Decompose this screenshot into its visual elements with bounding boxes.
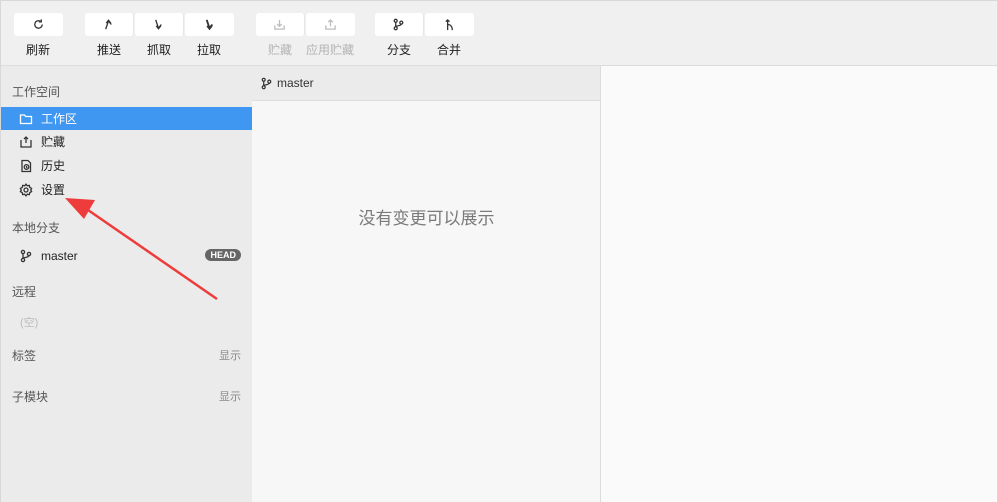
branch-group: 分支 合并 xyxy=(374,13,474,59)
branch-item-master[interactable]: master HEAD xyxy=(1,244,252,267)
apply-stash-button[interactable]: 应用贮藏 xyxy=(305,13,355,59)
branch-icon xyxy=(20,249,32,262)
sidebar: 工作空间 工作区 贮藏 历史 设置 本地分支 master HEAD 远程 (空… xyxy=(0,66,252,502)
fetch-label: 抓取 xyxy=(146,43,171,57)
branch-icon xyxy=(261,77,272,89)
sidebar-item-stash[interactable]: 贮藏 xyxy=(1,130,252,153)
stash-label: 贮藏 xyxy=(267,43,292,57)
folder-icon xyxy=(19,113,33,124)
remote-empty: (空) xyxy=(20,317,39,329)
push-button[interactable]: 推送 xyxy=(84,13,134,59)
stash-button[interactable]: 贮藏 xyxy=(255,13,305,59)
submodules-title: 子模块 xyxy=(12,390,49,404)
fetch-button[interactable]: 抓取 xyxy=(134,13,184,59)
diff-panel xyxy=(601,66,998,502)
history-icon xyxy=(21,159,32,172)
merge-icon xyxy=(444,18,453,31)
stash-group: 贮藏 应用贮藏 xyxy=(255,13,355,59)
refresh-group: 刷新 xyxy=(13,13,63,59)
submodules-show-link[interactable]: 显示 xyxy=(219,388,241,404)
apply-stash-label: 应用贮藏 xyxy=(305,43,354,57)
sidebar-item-workspace[interactable]: 工作区 xyxy=(1,107,252,130)
remote-title: 远程 xyxy=(12,285,37,299)
toolbar: 刷新 推送 抓取 拉取 贮藏 应用贮藏 分支 合并 xyxy=(0,0,998,66)
refresh-icon xyxy=(33,19,43,29)
current-branch-label: master xyxy=(277,76,314,90)
local-branches-title: 本地分支 xyxy=(12,221,61,235)
merge-label: 合并 xyxy=(436,43,461,57)
merge-button[interactable]: 合并 xyxy=(424,13,474,59)
sidebar-item-label: 工作区 xyxy=(41,112,78,126)
sidebar-item-settings[interactable]: 设置 xyxy=(1,178,252,201)
stash-icon xyxy=(274,19,285,30)
pull-label: 拉取 xyxy=(196,43,221,57)
branch-label: 分支 xyxy=(386,43,411,57)
apply-stash-icon xyxy=(324,18,336,30)
pull-button[interactable]: 拉取 xyxy=(184,13,234,59)
tags-show-link[interactable]: 显示 xyxy=(219,347,241,363)
gear-icon xyxy=(19,182,33,197)
push-icon xyxy=(105,19,112,30)
branch-button[interactable]: 分支 xyxy=(374,13,424,59)
sidebar-item-label: 历史 xyxy=(41,159,66,173)
tags-title: 标签 xyxy=(12,349,37,363)
sidebar-item-label: 贮藏 xyxy=(41,135,66,149)
branch-icon xyxy=(393,18,404,31)
sidebar-item-label: 设置 xyxy=(41,183,66,197)
changes-panel: master 没有变更可以展示 xyxy=(252,66,601,502)
branch-name: master xyxy=(41,248,78,263)
stash-icon xyxy=(20,135,32,148)
refresh-label: 刷新 xyxy=(25,43,50,57)
refresh-button[interactable]: 刷新 xyxy=(13,13,63,59)
sync-group: 推送 抓取 拉取 xyxy=(84,13,234,59)
changes-header: master xyxy=(252,66,600,101)
empty-changes-message: 没有变更可以展示 xyxy=(358,209,495,228)
fetch-icon xyxy=(155,19,162,30)
head-badge: HEAD xyxy=(205,249,241,261)
pull-icon xyxy=(205,19,213,31)
workspace-title: 工作空间 xyxy=(12,85,61,99)
push-label: 推送 xyxy=(96,43,121,57)
sidebar-item-history[interactable]: 历史 xyxy=(1,154,252,177)
